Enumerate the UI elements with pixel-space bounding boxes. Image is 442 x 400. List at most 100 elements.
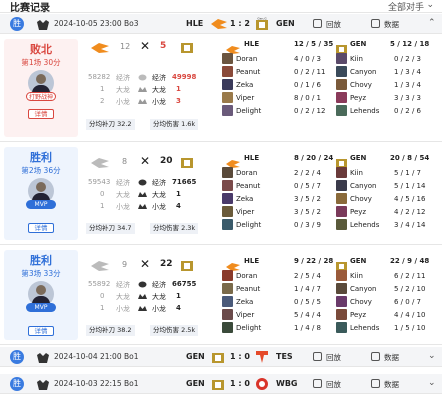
result-badge: 胜 [10, 377, 24, 391]
kills-right: 5 [160, 41, 167, 51]
game-result: 胜利 [30, 151, 52, 164]
team-a-name: HLE [244, 257, 260, 265]
replay-link[interactable]: 回放 [326, 352, 341, 363]
gen-logo-icon [210, 376, 226, 396]
champion-icon [222, 206, 233, 217]
player-row: Peanut 0 / 5 / 7 [222, 180, 332, 192]
champion-icon [336, 105, 347, 116]
replay-link[interactable]: 回放 [326, 19, 341, 30]
gold-left: 55892 [88, 280, 111, 288]
player-kda: 0 / 5 / 7 [294, 182, 321, 190]
stats-link[interactable]: 数据 [384, 19, 399, 30]
player-row: Delight 1 / 4 / 8 [222, 322, 332, 334]
gold-icon [138, 179, 147, 186]
player-name: Delight [236, 107, 262, 115]
team1-name: GEN [186, 352, 205, 361]
opponent-filter[interactable]: 全部对手 [388, 0, 424, 13]
baron-icon [138, 99, 147, 104]
player-kda: 1 / 4 / 8 [294, 324, 321, 332]
player-name: Lehends [350, 221, 380, 229]
champion-icon [222, 105, 233, 116]
player-name: Canyon [350, 68, 377, 76]
stats-icon[interactable] [371, 19, 380, 28]
player-row: Canyon 5 / 2 / 10 [336, 283, 436, 295]
kills-left: 8 [122, 157, 128, 166]
match-score: 1 : 2 [230, 19, 250, 28]
player-name: Delight [236, 221, 262, 229]
baron-icon [138, 204, 147, 209]
dragon-label-right: 大龙 [152, 293, 166, 301]
avg-cs-label: 分均补刀 [89, 120, 115, 128]
kills-right: 22 [160, 259, 173, 269]
baron-right: 3 [176, 97, 181, 105]
player-name: Doran [236, 272, 258, 280]
details-button[interactable]: 详情 [28, 326, 54, 336]
champion-icon [222, 53, 233, 64]
player-row: Kiin 6 / 2 / 11 [336, 270, 436, 282]
player-kda: 1 / 5 / 10 [394, 324, 426, 332]
player-name: Chovy [350, 298, 372, 306]
player-kda: 1 / 4 / 7 [294, 285, 321, 293]
match-row[interactable]: 胜 2024-10-03 22:15 Bo1 GEN 1 : 0 WBG 回放 … [0, 374, 442, 394]
stats-icon[interactable] [371, 379, 380, 388]
player-row: Viper 8 / 0 / 1 [222, 92, 332, 104]
player-row: Delight 0 / 3 / 9 [222, 219, 332, 231]
kills-left: 12 [120, 42, 131, 51]
match-row[interactable]: 胜 2024-10-05 23:00 Bo3 HLE 1 : 2 Gen.G G… [0, 14, 442, 34]
dragon-right: 1 [176, 292, 181, 300]
gold-label-left: 经济 [116, 74, 130, 82]
replay-icon[interactable] [313, 352, 322, 361]
dragon-left: 1 [100, 85, 105, 93]
baron-label-left: 小龙 [116, 98, 130, 106]
avg-cs-label: 分均补刀 [89, 326, 115, 334]
kills-left: 9 [122, 260, 128, 269]
baron-right: 4 [176, 202, 181, 210]
champion-icon [336, 180, 347, 191]
avg-dmg-value: 2.5k [181, 326, 196, 334]
player-kda: 1 / 3 / 4 [394, 68, 421, 76]
player-row: Lehends 0 / 2 / 6 [336, 105, 436, 117]
player-kda: 0 / 3 / 9 [294, 221, 321, 229]
gold-icon [138, 74, 147, 81]
chevron-up-icon[interactable]: ⌃ [428, 18, 436, 28]
page-title: 比赛记录 [10, 3, 50, 14]
stats-link[interactable]: 数据 [384, 352, 399, 363]
player-name: Kiin [350, 272, 363, 280]
player-name: Chovy [350, 81, 372, 89]
champion-icon [336, 219, 347, 230]
avg-dmg-value: 2.3k [181, 224, 196, 232]
chevron-down-icon[interactable]: ⌄ [426, 0, 434, 10]
champion-icon [336, 92, 347, 103]
avg-cs-box: 分均补刀 32.2 [86, 119, 135, 130]
avg-dmg-label: 分均伤害 [153, 326, 179, 334]
replay-icon[interactable] [313, 19, 322, 28]
champion-icon [222, 219, 233, 230]
stats-link[interactable]: 数据 [384, 379, 399, 390]
stats-icon[interactable] [371, 352, 380, 361]
chevron-down-icon[interactable]: ⌄ [428, 351, 436, 361]
player-kda: 0 / 5 / 5 [294, 298, 321, 306]
player-row: Canyon 5 / 1 / 14 [336, 180, 436, 192]
match-row[interactable]: 胜 2024-10-04 21:00 Bo1 GEN 1 : 0 TES 回放 … [0, 347, 442, 367]
player-row: Zeka 0 / 5 / 5 [222, 296, 332, 308]
gold-right: 71665 [172, 178, 197, 186]
player-row: Chovy 1 / 3 / 4 [336, 79, 436, 91]
dragon-label-right: 大龙 [152, 191, 166, 199]
details-button[interactable]: 详情 [28, 223, 54, 233]
details-button[interactable]: 详情 [28, 109, 54, 119]
versus-icon: ✕ [140, 257, 151, 271]
dragon-left: 0 [100, 190, 105, 198]
player-name: Lehends [350, 324, 380, 332]
team-a-kda: 8 / 20 / 24 [294, 154, 334, 162]
replay-icon[interactable] [313, 379, 322, 388]
chevron-down-icon[interactable]: ⌄ [428, 378, 436, 388]
champion-icon [222, 296, 233, 307]
player-row: Doran 4 / 0 / 3 [222, 53, 332, 65]
dragon-icon [138, 87, 147, 92]
replay-link[interactable]: 回放 [326, 379, 341, 390]
champion-icon [222, 180, 233, 191]
dragon-label-left: 大龙 [116, 86, 130, 94]
match-date: 2024-10-03 22:15 Bo1 [54, 379, 139, 388]
player-kda: 4 / 5 / 16 [394, 195, 426, 203]
avg-cs-box: 分均补刀 34.7 [86, 223, 135, 234]
